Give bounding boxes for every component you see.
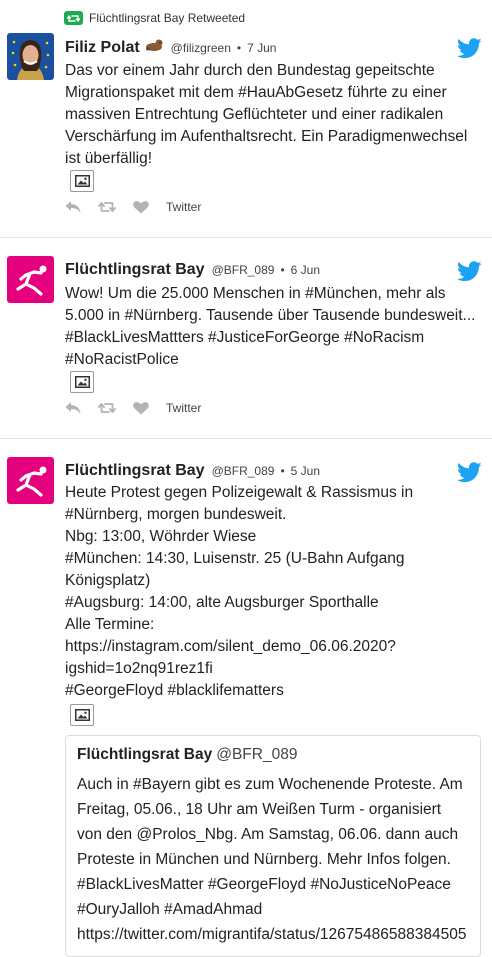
otter-emoji-icon [144,38,164,52]
retweet-indicator: Flüchtlingsrat Bay Retweeted [64,11,245,25]
twitter-bird-icon[interactable] [457,261,482,282]
tweet-2[interactable]: Flüchtlingsrat Bay @BFR_089 • 6 Jun Wow!… [0,238,492,439]
author-handle[interactable]: @BFR_089 [212,263,275,277]
author-handle[interactable]: @BFR_089 [212,464,275,478]
retweet-icon [64,11,83,25]
avatar[interactable] [7,256,54,303]
image-icon[interactable] [70,170,94,192]
quoted-author-handle[interactable]: @BFR_089 [216,746,297,763]
author-handle[interactable]: @filizgreen [171,41,231,55]
like-icon[interactable] [132,401,150,415]
separator-dot: • [280,464,285,478]
avatar[interactable] [7,33,54,80]
tweet-actions: Twitter [64,200,201,214]
tweet-text: Das vor einem Jahr durch den Bundestag g… [65,62,468,167]
image-icon[interactable] [70,371,94,393]
separator-dot: • [236,41,242,55]
avatar[interactable] [7,457,54,504]
retweet-label: Flüchtlingsrat Bay Retweeted [89,11,246,25]
tweet-actions: Twitter [64,401,201,415]
author-name[interactable]: Filiz Polat [65,39,140,57]
tweet-date[interactable]: 5 Jun [291,464,320,478]
tweet-text: Heute Protest gegen Polizeigewalt & Rass… [65,484,414,699]
image-icon[interactable] [70,704,94,726]
tweet-1[interactable]: Flüchtlingsrat Bay Retweeted Filiz Polat… [0,0,492,238]
quoted-tweet-header: Flüchtlingsrat Bay @BFR_089 [77,746,297,764]
tweet-date[interactable]: 6 Jun [291,263,320,277]
via-twitter-link[interactable]: Twitter [166,401,201,415]
reply-icon[interactable] [64,200,82,214]
tweet-header: Flüchtlingsrat Bay @BFR_089 • 5 Jun [65,462,320,480]
tweet-header: Flüchtlingsrat Bay @BFR_089 • 6 Jun [65,261,320,279]
author-name[interactable]: Flüchtlingsrat Bay [65,261,205,279]
retweet-action-icon[interactable] [98,401,116,415]
twitter-bird-icon[interactable] [457,38,482,59]
quoted-author-name[interactable]: Flüchtlingsrat Bay [77,746,212,763]
retweet-action-icon[interactable] [98,200,116,214]
tweet-header: Filiz Polat @filizgreen • 7 Jun [65,38,276,57]
author-name[interactable]: Flüchtlingsrat Bay [65,462,205,480]
quoted-tweet[interactable]: Flüchtlingsrat Bay @BFR_089 Auch in #Baye… [65,735,481,957]
via-twitter-link[interactable]: Twitter [166,200,201,214]
reply-icon[interactable] [64,401,82,415]
tweet-text: Wow! Um die 25.000 Menschen in #München,… [65,285,476,368]
separator-dot: • [280,263,285,277]
tweet-date[interactable]: 7 Jun [247,41,276,55]
quoted-tweet-text: Auch in #Bayern gibt es zum Wochenende P… [77,776,467,943]
like-icon[interactable] [132,200,150,214]
twitter-bird-icon[interactable] [457,462,482,483]
